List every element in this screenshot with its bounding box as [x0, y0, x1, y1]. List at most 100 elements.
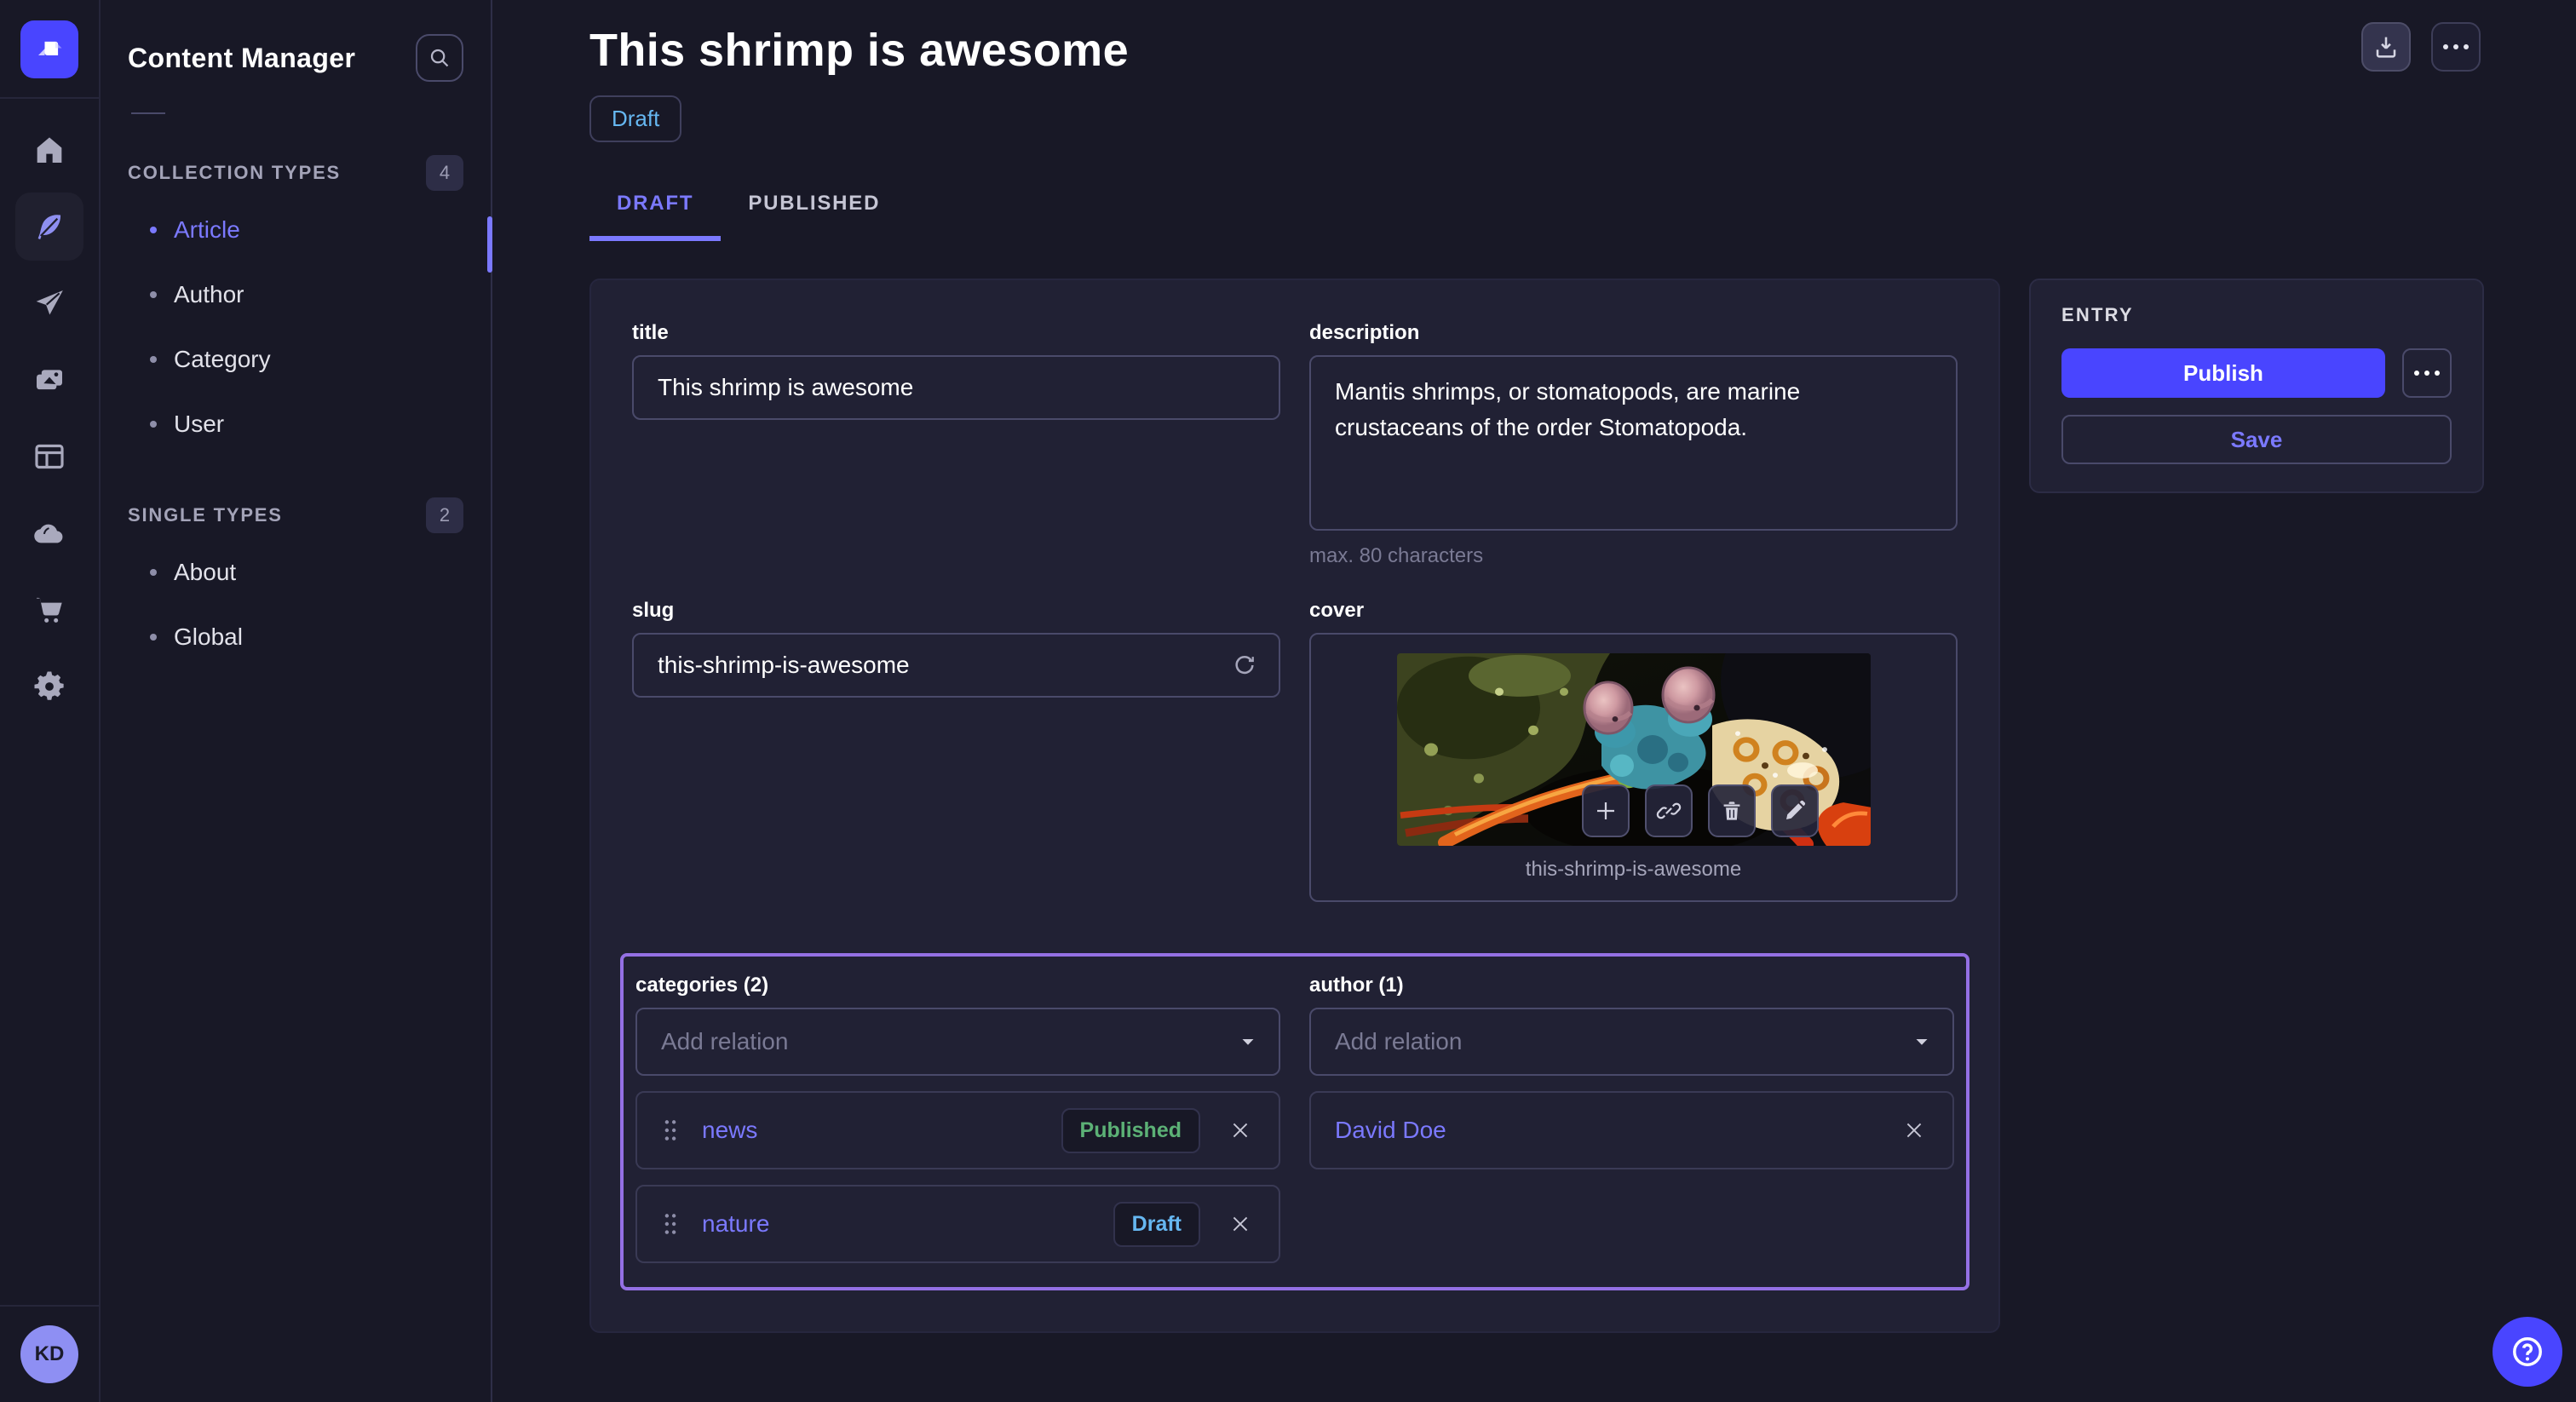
relation-link[interactable]: nature	[702, 1210, 769, 1238]
search-button[interactable]	[416, 34, 463, 82]
relation-row-nature: nature Draft	[635, 1185, 1280, 1263]
remove-relation-button[interactable]	[1226, 1210, 1255, 1238]
cover-actions	[1582, 784, 1819, 837]
field-author: author (1) David Doe	[1309, 974, 1954, 1263]
cover-caption: this-shrimp-is-awesome	[1526, 858, 1741, 882]
entry-panel-title: ENTRY	[2061, 304, 2452, 326]
help-button[interactable]	[2493, 1317, 2562, 1387]
ellipsis-icon	[2443, 44, 2469, 49]
sidebar-item-article[interactable]: Article	[128, 198, 463, 262]
sidebar-divider	[131, 112, 165, 114]
plus-icon	[1593, 798, 1619, 824]
pencil-icon	[1782, 798, 1808, 824]
field-categories: categories (2)	[635, 974, 1280, 1263]
save-button[interactable]: Save	[2061, 415, 2452, 464]
sidebar-item-about[interactable]: About	[128, 540, 463, 605]
icon-rail: KD	[0, 0, 101, 1402]
sidebar-item-label: Author	[174, 281, 244, 308]
cloud-icon[interactable]	[15, 499, 83, 567]
sidebar-item-label: About	[174, 559, 236, 586]
section-count-badge: 2	[426, 497, 463, 533]
field-label: slug	[632, 599, 1280, 623]
sidebar-header: Content Manager	[128, 0, 463, 82]
chevron-down-icon	[1912, 1031, 1932, 1052]
strapi-logo-icon	[31, 31, 68, 68]
section-count-badge: 4	[426, 155, 463, 191]
relation-row-news: news Published	[635, 1091, 1280, 1169]
images-icon[interactable]	[15, 346, 83, 414]
sidebar-item-label: User	[174, 411, 224, 438]
feather-icon[interactable]	[15, 192, 83, 261]
sidebar-item-global[interactable]: Global	[128, 605, 463, 669]
field-description: description Mantis shrimps, or stomatopo…	[1309, 321, 1958, 568]
bullet-icon	[150, 356, 157, 363]
tabs: DRAFT PUBLISHED	[589, 173, 2576, 241]
bullet-icon	[150, 569, 157, 576]
copy-link-button[interactable]	[1645, 784, 1693, 837]
description-textarea[interactable]: Mantis shrimps, or stomatopods, are mari…	[1309, 355, 1958, 531]
drag-handle-icon[interactable]	[661, 1210, 680, 1238]
author-relation-input[interactable]	[1311, 1028, 1952, 1055]
section-collection-types: COLLECTION TYPES 4	[128, 155, 463, 191]
section-label: COLLECTION TYPES	[128, 162, 341, 184]
remove-relation-button[interactable]	[1900, 1116, 1929, 1145]
layout-icon[interactable]	[15, 422, 83, 491]
sidebar-item-author[interactable]: Author	[128, 262, 463, 327]
field-title: title	[632, 321, 1280, 568]
download-button[interactable]	[2361, 22, 2411, 72]
close-icon	[1903, 1119, 1925, 1141]
slug-input[interactable]	[632, 633, 1280, 698]
relation-status-badge: Published	[1061, 1108, 1200, 1153]
edit-form-card: title description Mantis shrimps, or sto…	[589, 279, 2000, 1333]
rail-nav	[15, 116, 83, 729]
field-label: title	[632, 321, 1280, 345]
ellipsis-icon	[2414, 371, 2440, 376]
home-icon[interactable]	[15, 116, 83, 184]
header-actions	[2361, 22, 2481, 72]
title-input[interactable]	[632, 355, 1280, 420]
add-asset-button[interactable]	[1582, 784, 1630, 837]
author-relation-select[interactable]	[1309, 1008, 1954, 1076]
entry-more-button[interactable]	[2402, 348, 2452, 398]
publish-button[interactable]: Publish	[2061, 348, 2385, 398]
rail-divider	[0, 97, 99, 99]
more-options-button[interactable]	[2431, 22, 2481, 72]
strapi-admin: KD Content Manager COLLECTION TYPES 4	[0, 0, 2576, 1402]
rail-bottom-divider	[0, 1305, 99, 1307]
gear-icon[interactable]	[15, 652, 83, 721]
trash-icon	[1719, 798, 1745, 824]
section-label: SINGLE TYPES	[128, 504, 283, 526]
send-icon[interactable]	[15, 269, 83, 337]
download-icon	[2372, 33, 2400, 60]
strapi-logo[interactable]	[20, 20, 78, 78]
relations-highlight-section: categories (2)	[620, 953, 1969, 1290]
sidebar-item-category[interactable]: Category	[128, 327, 463, 392]
relation-row-david-doe: David Doe	[1309, 1091, 1954, 1169]
entry-panel: ENTRY Publish Save	[2029, 279, 2484, 493]
remove-relation-button[interactable]	[1226, 1116, 1255, 1145]
bullet-icon	[150, 634, 157, 641]
edit-asset-button[interactable]	[1771, 784, 1819, 837]
status-badge: Draft	[589, 95, 681, 142]
bullet-icon	[150, 421, 157, 428]
link-icon	[1656, 798, 1682, 824]
categories-relation-input[interactable]	[637, 1028, 1279, 1055]
collection-types-list: Article Author Category User	[128, 198, 463, 457]
sidebar-item-label: Category	[174, 346, 271, 373]
content-row: title description Mantis shrimps, or sto…	[589, 279, 2576, 1333]
bullet-icon	[150, 291, 157, 298]
categories-relation-select[interactable]	[635, 1008, 1280, 1076]
relation-link[interactable]: David Doe	[1335, 1117, 1446, 1144]
cart-icon[interactable]	[15, 576, 83, 644]
delete-asset-button[interactable]	[1708, 784, 1756, 837]
tab-published[interactable]: PUBLISHED	[721, 173, 907, 241]
refresh-icon	[1231, 652, 1258, 679]
drag-handle-icon[interactable]	[661, 1116, 680, 1145]
relation-link[interactable]: news	[702, 1117, 757, 1144]
user-avatar[interactable]: KD	[20, 1325, 78, 1383]
sidebar-item-user[interactable]: User	[128, 392, 463, 457]
field-label: description	[1309, 321, 1958, 345]
field-label: author (1)	[1309, 974, 1954, 997]
tab-draft[interactable]: DRAFT	[589, 173, 721, 241]
regenerate-slug-button[interactable]	[1228, 648, 1262, 682]
